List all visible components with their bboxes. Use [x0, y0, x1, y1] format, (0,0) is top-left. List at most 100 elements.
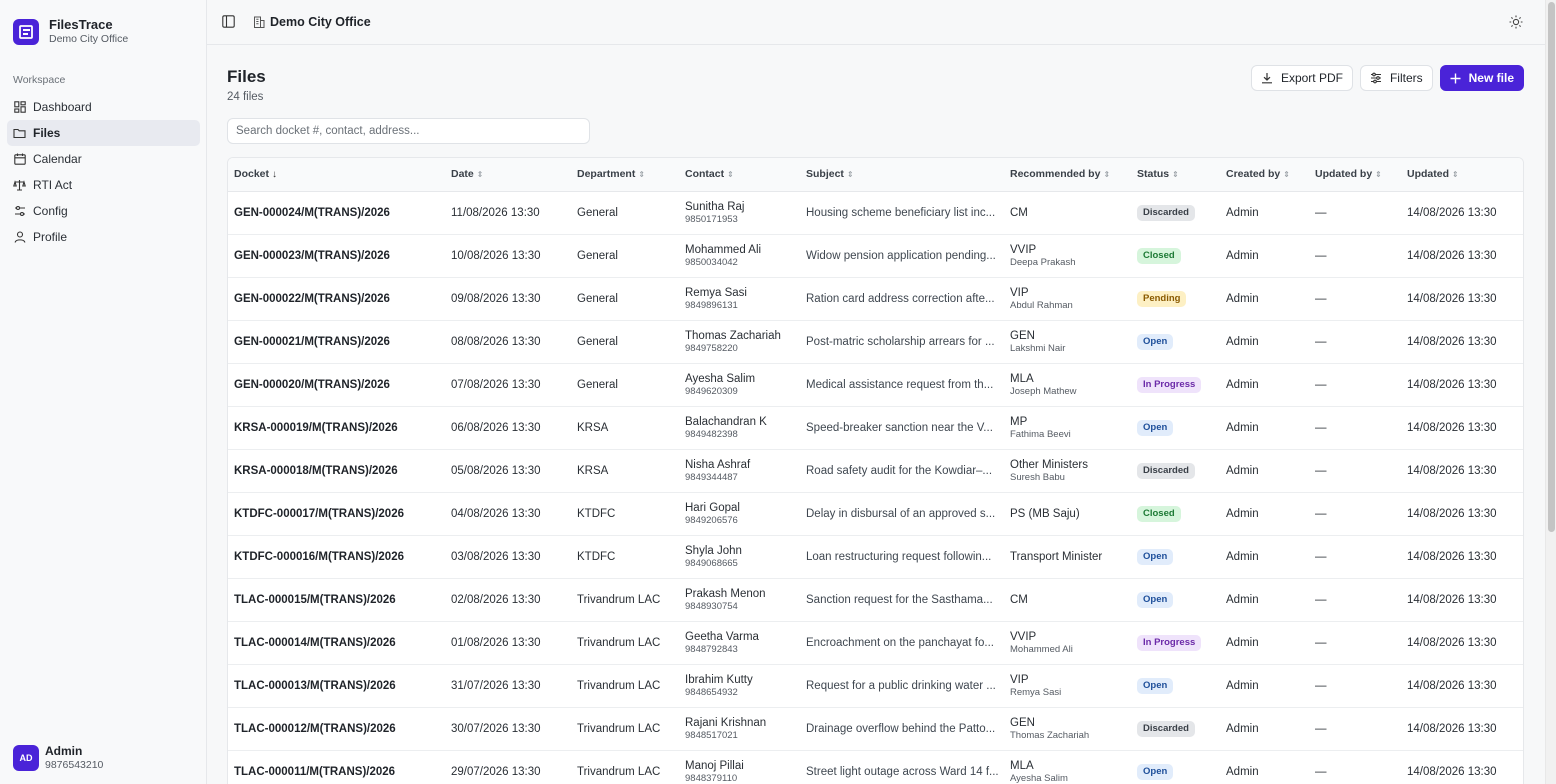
table-row[interactable]: GEN-000022/M(TRANS)/2026 09/08/2026 13:30…: [228, 277, 1523, 321]
docket-cell: TLAC-000011/M(TRANS)/2026: [228, 750, 445, 784]
created-by-cell: Admin: [1220, 492, 1309, 536]
updated-cell: 14/08/2026 13:30: [1401, 535, 1523, 579]
table-row[interactable]: KRSA-000018/M(TRANS)/2026 05/08/2026 13:3…: [228, 449, 1523, 493]
sidebar-item-config[interactable]: Config: [7, 198, 200, 224]
status-cell: Closed: [1131, 234, 1220, 278]
date-cell: 06/08/2026 13:30: [445, 406, 571, 450]
subject-cell: Post-matric scholarship arrears for ...: [800, 320, 1004, 364]
subject-cell: Medical assistance request from th...: [800, 363, 1004, 407]
table-row[interactable]: TLAC-000014/M(TRANS)/2026 01/08/2026 13:3…: [228, 621, 1523, 665]
table-body: GEN-000024/M(TRANS)/2026 11/08/2026 13:30…: [228, 191, 1523, 784]
filters-button[interactable]: Filters: [1359, 65, 1433, 91]
column-header-contact[interactable]: Contact ⇕: [679, 158, 800, 192]
updated-by-cell: —: [1309, 320, 1401, 364]
sidebar-toggle-icon[interactable]: [222, 15, 236, 29]
sidebar-item-profile[interactable]: Profile: [7, 224, 200, 250]
status-cell: Discarded: [1131, 191, 1220, 235]
files-table: Docket ↓ Date ⇕ Department ⇕ Contact ⇕ Subject ⇕ R…: [227, 157, 1524, 784]
export-pdf-button[interactable]: Export PDF: [1250, 65, 1353, 91]
column-header-status[interactable]: Status ⇕: [1131, 158, 1220, 192]
table-row[interactable]: GEN-000021/M(TRANS)/2026 08/08/2026 13:30…: [228, 320, 1523, 364]
contact-name: Ayesha Salim: [685, 372, 756, 385]
table-row[interactable]: KTDFC-000017/M(TRANS)/2026 04/08/2026 13:…: [228, 492, 1523, 536]
status-badge: Closed: [1137, 505, 1181, 522]
recommended-category: VIP: [1010, 673, 1029, 686]
table-row[interactable]: GEN-000020/M(TRANS)/2026 07/08/2026 13:30…: [228, 363, 1523, 407]
sidebar-item-rti-act[interactable]: RTI Act: [7, 172, 200, 198]
column-header-recommended-by[interactable]: Recommended by ⇕: [1004, 158, 1131, 192]
column-header-created-by[interactable]: Created by ⇕: [1220, 158, 1309, 192]
sidebar-item-dashboard[interactable]: Dashboard: [7, 94, 200, 120]
recommended-cell: CM: [1004, 191, 1131, 235]
recommended-cell: VVIP Mohammed Ali: [1004, 621, 1131, 665]
sidebar-item-label: Dashboard: [33, 100, 92, 114]
status-cell: Closed: [1131, 492, 1220, 536]
table-row[interactable]: TLAC-000013/M(TRANS)/2026 31/07/2026 13:3…: [228, 664, 1523, 708]
date-cell: 10/08/2026 13:30: [445, 234, 571, 278]
table-row[interactable]: KTDFC-000016/M(TRANS)/2026 03/08/2026 13:…: [228, 535, 1523, 579]
sidebar-item-calendar[interactable]: Calendar: [7, 146, 200, 172]
recommended-category: VVIP: [1010, 630, 1037, 643]
column-header-docket[interactable]: Docket ↓: [228, 158, 445, 192]
page-scrollbar[interactable]: [1545, 0, 1556, 784]
contact-phone: 9849620309: [685, 385, 738, 397]
status-badge: Open: [1137, 677, 1174, 694]
scrollbar-thumb[interactable]: [1548, 2, 1555, 532]
table-row[interactable]: KRSA-000019/M(TRANS)/2026 06/08/2026 13:3…: [228, 406, 1523, 450]
column-header-label: Subject: [806, 168, 844, 181]
column-header-label: Department: [577, 168, 636, 181]
updated-cell: 14/08/2026 13:30: [1401, 191, 1523, 235]
table-row[interactable]: TLAC-000011/M(TRANS)/2026 29/07/2026 13:3…: [228, 750, 1523, 784]
department-cell: General: [571, 320, 679, 364]
recommended-cell: GEN Lakshmi Nair: [1004, 320, 1131, 364]
status-badge: Discarded: [1137, 720, 1195, 737]
column-header-date[interactable]: Date ⇕: [445, 158, 571, 192]
updated-by-cell: —: [1309, 750, 1401, 784]
recommended-cell: Transport Minister: [1004, 535, 1131, 579]
date-cell: 29/07/2026 13:30: [445, 750, 571, 784]
contact-name: Manoj Pillai: [685, 759, 744, 772]
contact-cell: Prakash Menon 9848930754: [679, 578, 800, 622]
status-badge: In Progress: [1137, 376, 1202, 393]
created-by-cell: Admin: [1220, 621, 1309, 665]
status-cell: Open: [1131, 535, 1220, 579]
sidebar-item-files[interactable]: Files: [7, 120, 200, 146]
subject-cell: Road safety audit for the Kowdiar–...: [800, 449, 1004, 493]
updated-by-cell: —: [1309, 664, 1401, 708]
table-row[interactable]: TLAC-000015/M(TRANS)/2026 02/08/2026 13:3…: [228, 578, 1523, 622]
table-row[interactable]: GEN-000023/M(TRANS)/2026 10/08/2026 13:30…: [228, 234, 1523, 278]
column-header-label: Status: [1137, 168, 1170, 181]
contact-cell: Ayesha Salim 9849620309: [679, 363, 800, 407]
department-cell: General: [571, 191, 679, 235]
subject-cell: Speed-breaker sanction near the V...: [800, 406, 1004, 450]
status-cell: Discarded: [1131, 707, 1220, 751]
breadcrumb-office: Demo City Office: [270, 15, 371, 29]
updated-cell: 14/08/2026 13:30: [1401, 363, 1523, 407]
column-header-updated[interactable]: Updated ⇕: [1401, 158, 1523, 192]
search-input[interactable]: [227, 118, 590, 144]
user-menu[interactable]: AD Admin 9876543210: [13, 744, 103, 772]
created-by-cell: Admin: [1220, 320, 1309, 364]
column-header-department[interactable]: Department ⇕: [571, 158, 679, 192]
status-badge: In Progress: [1137, 634, 1202, 651]
theme-toggle-sun-icon[interactable]: [1509, 15, 1523, 29]
column-header-updated-by[interactable]: Updated by ⇕: [1309, 158, 1401, 192]
created-by-cell: Admin: [1220, 664, 1309, 708]
recommended-category: Transport Minister: [1010, 550, 1103, 563]
sort-icon: ⇕: [1283, 170, 1290, 180]
table-row[interactable]: TLAC-000012/M(TRANS)/2026 30/07/2026 13:3…: [228, 707, 1523, 751]
recommended-cell: PS (MB Saju): [1004, 492, 1131, 536]
recommended-person: Ayesha Salim: [1010, 772, 1068, 784]
docket-cell: TLAC-000014/M(TRANS)/2026: [228, 621, 445, 665]
brand[interactable]: FilesTrace Demo City Office: [13, 17, 128, 46]
sort-icon: ⇕: [846, 170, 854, 180]
updated-by-cell: —: [1309, 277, 1401, 321]
table-row[interactable]: GEN-000024/M(TRANS)/2026 11/08/2026 13:30…: [228, 191, 1523, 235]
sort-icon: ⇕: [1375, 170, 1382, 180]
sidebar: FilesTrace Demo City Office Workspace Da…: [0, 0, 207, 784]
updated-cell: 14/08/2026 13:30: [1401, 707, 1523, 751]
office-name: Demo City Office: [49, 33, 129, 45]
column-header-label: Recommended by: [1010, 168, 1101, 181]
column-header-subject[interactable]: Subject ⇕: [800, 158, 1004, 192]
new-file-button[interactable]: New file: [1439, 65, 1524, 91]
